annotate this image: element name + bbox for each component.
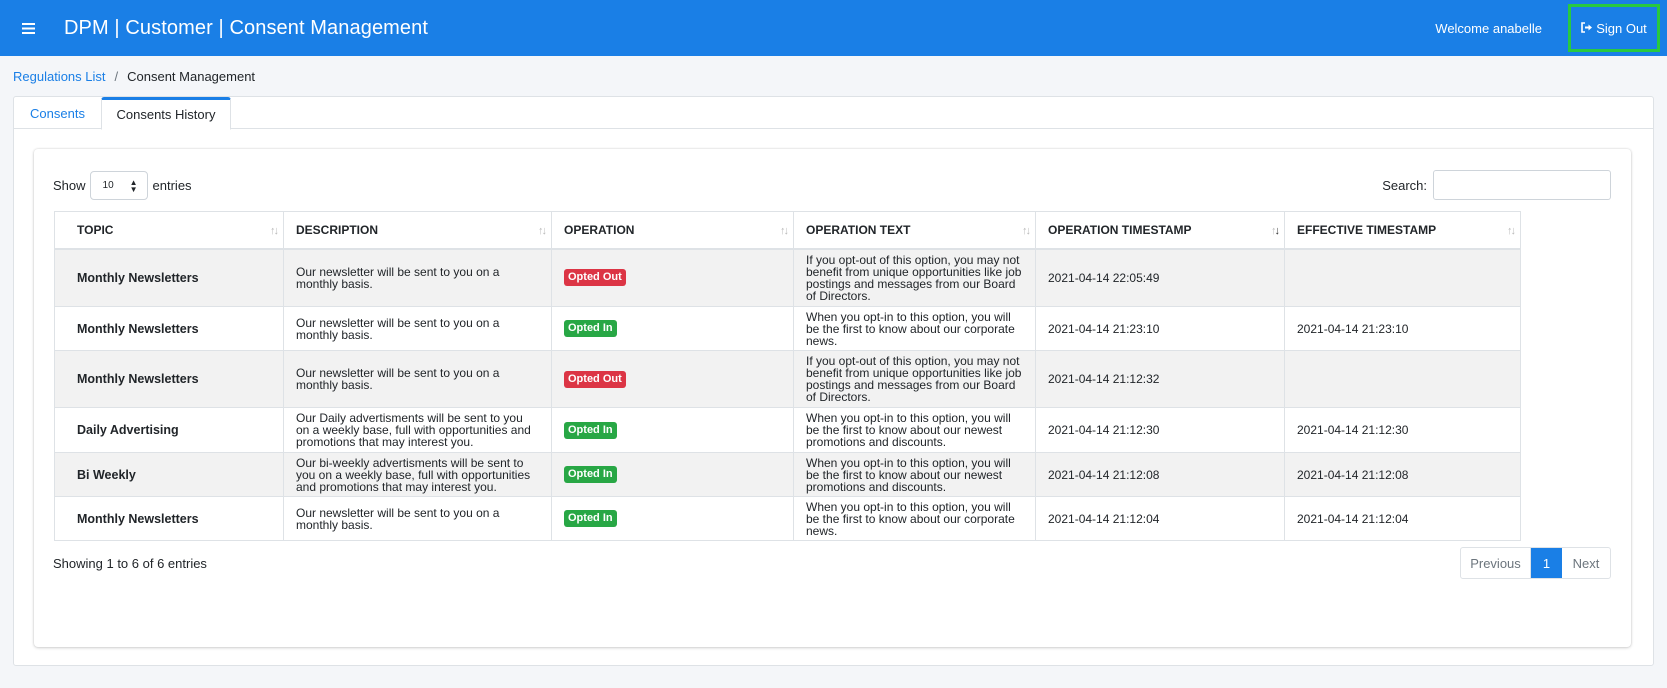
column-header-operation-timestamp[interactable]: OPERATION TIMESTAMP ↑↓ [1035,211,1285,250]
operation-cell: Opted Out [551,248,794,307]
sort-icon: ↑↓ [780,225,789,237]
effective-timestamp-cell: 2021-04-14 21:12:30 [1284,407,1521,453]
table-row: Daily Advertising Our Daily advertisments… [54,407,1521,453]
column-header-effective-timestamp[interactable]: EFFECTIVE TIMESTAMP ↑↓ [1284,211,1521,250]
description-cell: Our Daily advertisments will be sent to … [283,407,552,453]
consents-history-table: TOPIC ↑↓ DESCRIPTION ↑↓ OPERATION ↑↓ OPERAT… [54,211,1521,541]
operation-text-cell: If you opt-out of this option, you may n… [793,350,1036,408]
topic-cell: Bi Weekly [54,452,284,497]
status-badge: Opted Out [564,269,626,287]
table-row: Monthly Newsletters Our newsletter will b… [54,306,1521,351]
topic-cell: Daily Advertising [54,407,284,453]
operation-text-cell: When you opt-in to this option, you will… [793,452,1036,497]
topic-cell: Monthly Newsletters [54,496,284,541]
topic-cell: Monthly Newsletters [54,350,284,408]
column-header-description[interactable]: DESCRIPTION ↑↓ [283,211,552,250]
operation-text-cell: When you opt-in to this option, you will… [793,306,1036,351]
operation-cell: Opted In [551,306,794,351]
menu-toggle-icon[interactable] [0,0,56,56]
status-badge: Opted Out [564,370,626,388]
welcome-text: Welcome anabelle [1435,20,1542,36]
operation-text-cell: When you opt-in to this option, you will… [793,496,1036,541]
tab-consents-history[interactable]: Consents History [101,97,231,130]
operation-timestamp-cell: 2021-04-14 21:12:08 [1035,452,1285,497]
sort-icon: ↑↓ [1022,225,1031,237]
page-length-control: Show 10 ▲ ▼ entries [53,171,192,200]
pagination-previous-button[interactable]: Previous [1461,548,1531,578]
status-badge: Opted In [564,466,617,483]
operation-text-cell: If you opt-out of this option, you may n… [793,248,1036,307]
page-length-value: 10 [102,180,114,191]
operation-timestamp-cell: 2021-04-14 21:12:32 [1035,350,1285,408]
content-card: Consents Consents History Show 10 ▲ ▼ ent… [13,96,1654,666]
column-header-operation-text[interactable]: OPERATION TEXT ↑↓ [793,211,1036,250]
sort-icon: ↑↓ [1507,225,1516,237]
select-arrows-icon: ▲ ▼ [129,178,138,194]
pagination-page-1[interactable]: 1 [1531,548,1562,578]
status-badge: Opted In [564,510,617,527]
effective-timestamp-cell: 2021-04-14 21:12:04 [1284,496,1521,541]
operation-cell: Opted Out [551,350,794,408]
history-panel: Show 10 ▲ ▼ entries Search: TOPIC ↑↓ DESCR… [34,149,1631,647]
effective-timestamp-cell [1284,248,1521,307]
table-row: Monthly Newsletters Our newsletter will b… [54,496,1521,541]
description-cell: Our newsletter will be sent to you on a … [283,248,552,307]
breadcrumb-separator: / [114,69,119,84]
entries-label: entries [152,178,192,193]
sort-desc-icon: ↑↓ [1271,225,1280,237]
description-cell: Our bi-weekly advertisments will be sent… [283,452,552,497]
sign-out-icon [1581,21,1596,36]
breadcrumb-current: Consent Management [127,69,256,84]
sign-out-label: Sign Out [1596,20,1647,36]
operation-timestamp-cell: 2021-04-14 21:12:30 [1035,407,1285,453]
breadcrumb: Regulations List / Consent Management [13,69,255,84]
search-label: Search: [1382,177,1427,193]
column-header-topic[interactable]: TOPIC ↑↓ [54,211,284,250]
description-cell: Our newsletter will be sent to you on a … [283,496,552,541]
status-badge: Opted In [564,320,617,337]
operation-timestamp-cell: 2021-04-14 22:05:49 [1035,248,1285,307]
tab-consents[interactable]: Consents [14,97,101,130]
topic-cell: Monthly Newsletters [54,248,284,307]
pagination: Previous 1 Next [1460,547,1611,579]
sort-icon: ↑↓ [270,225,279,237]
column-header-operation[interactable]: OPERATION ↑↓ [551,211,794,250]
search-input[interactable] [1433,170,1611,200]
table-header-row: TOPIC ↑↓ DESCRIPTION ↑↓ OPERATION ↑↓ OPERAT… [54,211,1521,250]
page-length-select[interactable]: 10 ▲ ▼ [89,171,148,200]
operation-cell: Opted In [551,452,794,497]
topic-cell: Monthly Newsletters [54,306,284,351]
pagination-next-button[interactable]: Next [1562,548,1610,578]
operation-timestamp-cell: 2021-04-14 21:12:04 [1035,496,1285,541]
breadcrumb-regulations-link[interactable]: Regulations List [13,69,106,84]
table-row: Monthly Newsletters Our newsletter will b… [54,248,1521,307]
table-row: Bi Weekly Our bi-weekly advertisments wil… [54,452,1521,497]
show-label: Show [53,178,86,193]
operation-cell: Opted In [551,496,794,541]
sort-icon: ↑↓ [538,225,547,237]
table-info: Showing 1 to 6 of 6 entries [53,556,207,571]
operation-cell: Opted In [551,407,794,453]
status-badge: Opted In [564,421,617,439]
table-row: Monthly Newsletters Our newsletter will b… [54,350,1521,408]
effective-timestamp-cell [1284,350,1521,408]
operation-text-cell: When you opt-in to this option, you will… [793,407,1036,453]
tab-bar: Consents Consents History [14,97,1653,130]
effective-timestamp-cell: 2021-04-14 21:12:08 [1284,452,1521,497]
sign-out-button[interactable]: Sign Out [1568,4,1660,52]
top-navbar: DPM | Customer | Consent Management Welc… [0,0,1667,56]
effective-timestamp-cell: 2021-04-14 21:23:10 [1284,306,1521,351]
operation-timestamp-cell: 2021-04-14 21:23:10 [1035,306,1285,351]
app-title: DPM | Customer | Consent Management [64,16,429,39]
description-cell: Our newsletter will be sent to you on a … [283,350,552,408]
search-control: Search: [1382,170,1611,200]
description-cell: Our newsletter will be sent to you on a … [283,306,552,351]
